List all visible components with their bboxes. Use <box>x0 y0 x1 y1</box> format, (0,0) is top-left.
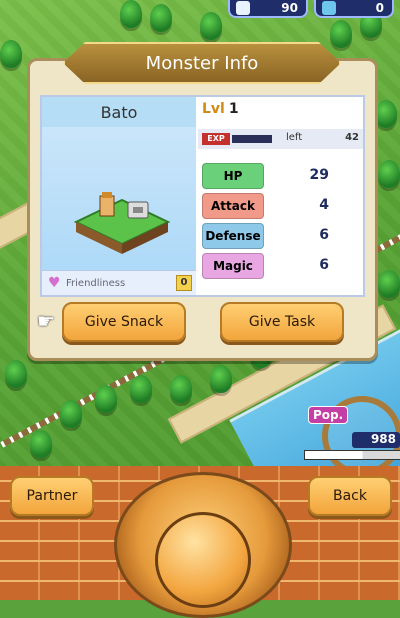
stat-magic-value: 6 <box>319 257 329 273</box>
exp-row: EXP left 42 <box>198 129 363 149</box>
building-icon <box>236 1 250 15</box>
tree <box>210 365 232 393</box>
monster-portrait: Bato ♥ Friendliness 0 <box>42 97 196 295</box>
level-label: Lvl <box>202 101 225 117</box>
friendliness-row: ♥ Friendliness 0 <box>42 270 196 295</box>
tree <box>375 100 397 128</box>
fence <box>0 348 180 448</box>
monster-tile <box>72 192 171 254</box>
stat-attack: Attack 4 <box>198 193 363 219</box>
tree <box>150 4 172 32</box>
friendliness-value: 0 <box>176 275 192 291</box>
population-value: 988 <box>352 432 400 448</box>
monster-info-content: Bato ♥ Friendliness 0 Lvl 1 EXP left 42 … <box>40 95 365 297</box>
exp-bar <box>232 135 272 143</box>
exp-label: EXP <box>202 133 230 145</box>
stat-attack-value: 4 <box>319 197 329 213</box>
give-task-button[interactable]: Give Task <box>220 302 344 342</box>
exp-left-value: 42 <box>345 132 359 143</box>
friendliness-label: Friendliness <box>66 277 126 289</box>
heart-icon: ♥ <box>48 275 61 291</box>
back-button[interactable]: Back <box>308 476 392 516</box>
crystal-icon <box>322 1 336 15</box>
pointing-hand-icon: ☛ <box>37 309 55 333</box>
stat-defense-label: Defense <box>202 223 264 249</box>
level-value: 1 <box>228 101 239 117</box>
stat-magic: Magic 6 <box>198 253 363 279</box>
main-menu-button[interactable] <box>155 512 251 608</box>
resource-counter-left: 90 <box>228 0 308 18</box>
population-label: Pop. <box>308 406 349 424</box>
tree <box>170 375 192 403</box>
stat-attack-label: Attack <box>202 193 264 219</box>
tree <box>120 0 142 28</box>
tree <box>330 20 352 48</box>
resource-counter-right: 0 <box>314 0 394 18</box>
stat-hp: HP 29 <box>198 163 363 189</box>
stat-defense-value: 6 <box>319 227 329 243</box>
population-gauge: Pop. 988 <box>294 396 400 476</box>
stat-magic-label: Magic <box>202 253 264 279</box>
population-bar <box>304 450 400 460</box>
stat-hp-value: 29 <box>309 167 329 183</box>
resource-counter-left-value: 90 <box>281 1 298 15</box>
panel-title: Monster Info <box>63 42 341 84</box>
stat-defense: Defense 6 <box>198 223 363 249</box>
stat-hp-label: HP <box>202 163 264 189</box>
tree <box>130 375 152 403</box>
monster-sprite-icon <box>73 192 171 254</box>
tree <box>95 385 117 413</box>
exp-left-label: left <box>286 132 303 143</box>
tree <box>60 400 82 428</box>
tree <box>30 430 52 458</box>
tree <box>0 40 22 68</box>
monster-name: Bato <box>42 97 196 127</box>
resource-counter-right-value: 0 <box>375 1 384 15</box>
monster-stats: Lvl 1 EXP left 42 HP 29 Attack 4 Defense … <box>198 97 363 295</box>
tree <box>5 360 27 388</box>
level-row: Lvl 1 <box>202 101 239 117</box>
tree <box>200 12 222 40</box>
give-snack-button[interactable]: Give Snack <box>62 302 186 342</box>
partner-button[interactable]: Partner <box>10 476 94 516</box>
tree <box>378 160 400 188</box>
tree <box>378 270 400 298</box>
